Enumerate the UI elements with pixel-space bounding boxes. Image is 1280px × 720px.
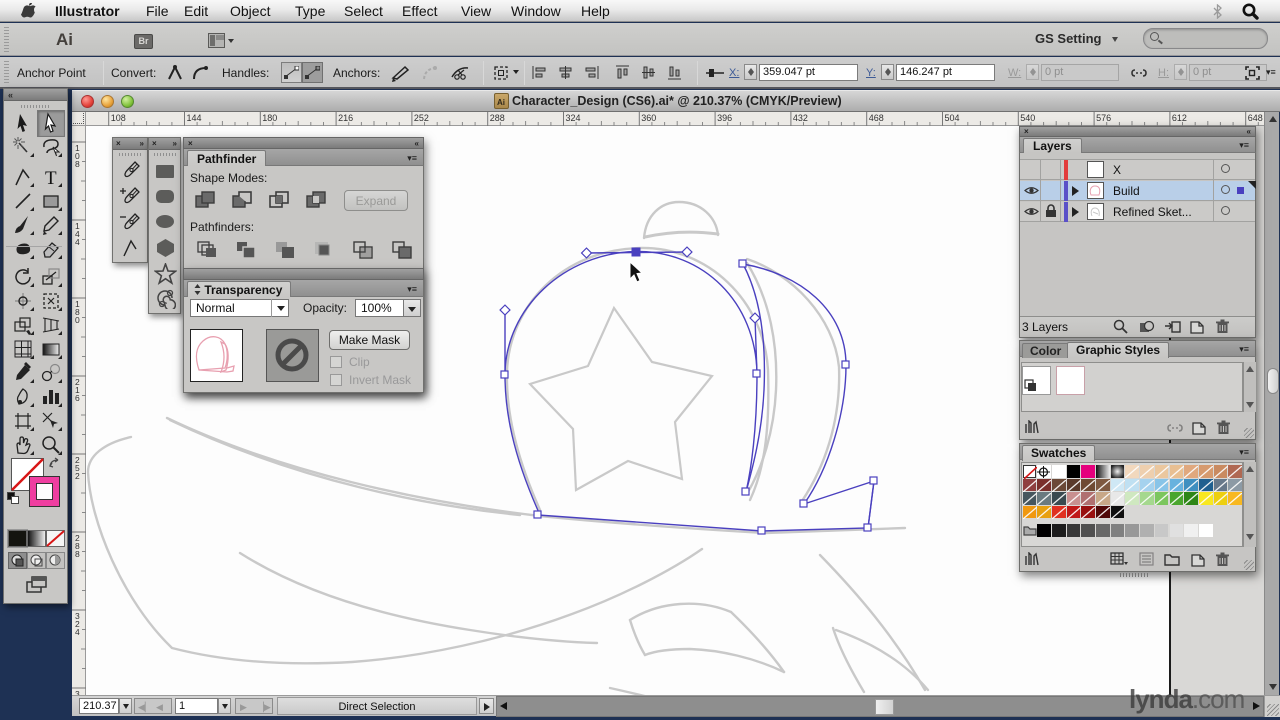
svg-text:6: 6 xyxy=(75,393,80,403)
svg-text:4: 4 xyxy=(75,237,80,247)
svg-text:504: 504 xyxy=(945,113,960,123)
svg-text:252: 252 xyxy=(414,113,429,123)
svg-text:108: 108 xyxy=(111,113,126,123)
svg-text:0: 0 xyxy=(75,315,80,325)
svg-text:8: 8 xyxy=(75,159,80,169)
svg-text:8: 8 xyxy=(75,549,80,559)
svg-text:324: 324 xyxy=(566,113,581,123)
svg-text:216: 216 xyxy=(338,113,353,123)
svg-text:4: 4 xyxy=(75,627,80,637)
svg-text:576: 576 xyxy=(1096,113,1111,123)
svg-text:540: 540 xyxy=(1020,113,1035,123)
svg-text:2: 2 xyxy=(75,471,80,481)
svg-text:T: T xyxy=(45,168,57,188)
svg-text:288: 288 xyxy=(490,113,505,123)
svg-text:396: 396 xyxy=(717,113,732,123)
svg-text:360: 360 xyxy=(641,113,656,123)
svg-text:468: 468 xyxy=(869,113,884,123)
svg-text:648: 648 xyxy=(1248,113,1263,123)
svg-text:612: 612 xyxy=(1172,113,1187,123)
svg-text:144: 144 xyxy=(187,113,202,123)
svg-text:432: 432 xyxy=(793,113,808,123)
svg-text:180: 180 xyxy=(262,113,277,123)
